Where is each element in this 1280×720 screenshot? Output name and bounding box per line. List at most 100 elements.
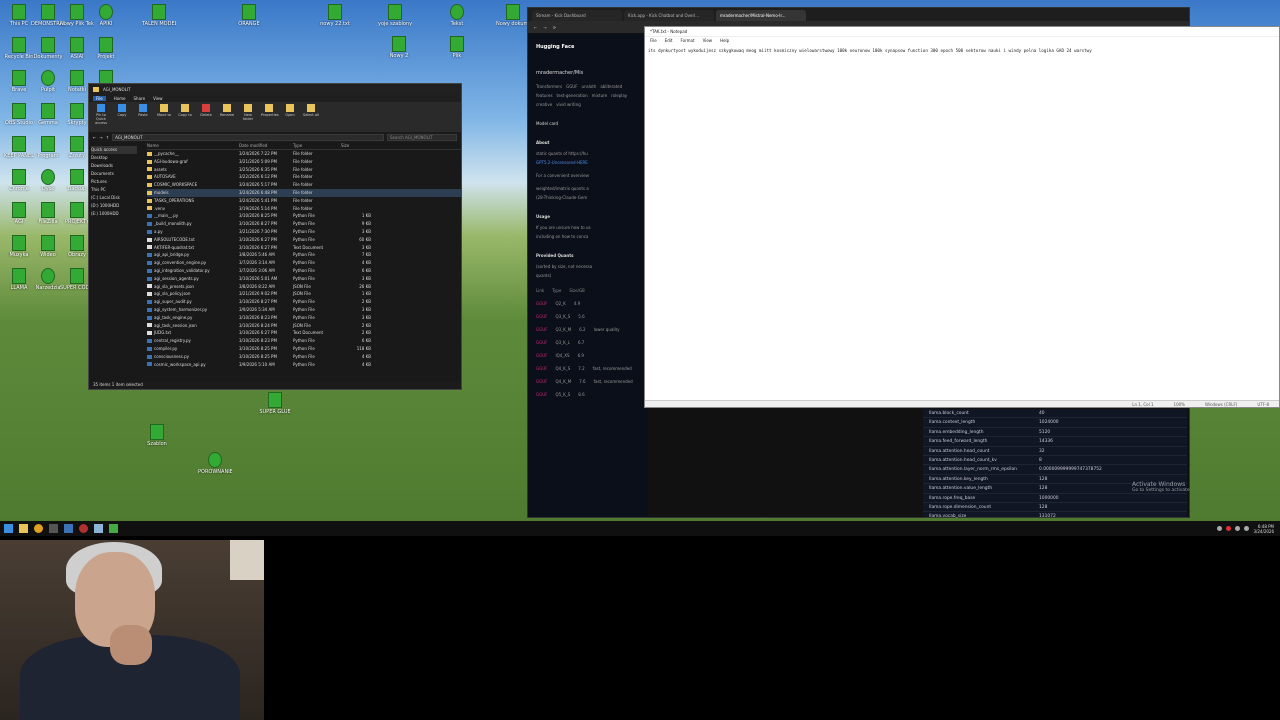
quant-link[interactable]: GGUF (536, 340, 547, 345)
notepad-window[interactable]: *TAK.txt - Notepad File Edit Format View Hel… (644, 26, 1280, 408)
notepad-menu-item[interactable]: Edit (665, 37, 673, 45)
ribbon-button[interactable]: Open (282, 104, 298, 117)
desktop-icon[interactable]: APIKI (89, 4, 123, 38)
model-tag[interactable]: roleplay (611, 93, 627, 98)
desktop-icon[interactable]: Tekst (440, 4, 474, 38)
repo-name[interactable]: mradermacher/Mis (536, 70, 640, 76)
file-row[interactable]: models 3/24/2026 6:48 PM File folder (147, 188, 461, 197)
forward-icon[interactable]: → (543, 25, 546, 30)
ribbon-button[interactable]: Copy (114, 104, 130, 117)
ribbon-tab-file[interactable]: File (93, 95, 106, 101)
file-row[interactable]: AIRSOLUTECODE.txt 3/10/2026 6:27 PM Python… (147, 236, 461, 244)
file-row[interactable]: consciousness.py 3/10/2026 8:25 PM Python … (147, 353, 461, 361)
browser-tab-huggingface[interactable]: mradermacher/Mistral-Nemo-Ir... (716, 10, 806, 21)
nav-item[interactable]: (C:) Local Disk (91, 194, 137, 202)
file-row[interactable]: _build_monolith.py 3/10/2026 8:27 PM Pytho… (147, 220, 461, 228)
column-type[interactable]: Type (293, 142, 341, 150)
ribbon-button[interactable]: Copy to (177, 104, 193, 117)
desktop-icon[interactable]: Szablon (140, 424, 174, 458)
taskbar-chrome-icon[interactable] (34, 524, 43, 533)
file-row[interactable]: AKTIFER-quadrat.txt 3/10/2026 6:27 PM Text… (147, 244, 461, 252)
huggingface-logo[interactable]: Hugging Face (536, 44, 640, 50)
notepad-menu-item[interactable]: View (703, 37, 713, 45)
notepad-menu-item[interactable]: Format (680, 37, 694, 45)
search-input[interactable]: Search AGI_MONOLIT (387, 133, 457, 141)
file-row[interactable]: agi_session_agents.py 3/10/2026 5:01 AM Py… (147, 275, 461, 283)
file-row[interactable]: agi_system_harmonizer.py 3/9/2026 5:34 AM… (147, 306, 461, 314)
file-row[interactable]: assets 3/25/2026 6:35 PM File folder (147, 166, 461, 174)
volume-icon[interactable] (1244, 526, 1250, 531)
back-icon[interactable]: ← (534, 25, 537, 30)
notepad-text-area[interactable]: its dynkurtyost wykoduijesz szkygkowaq m… (645, 45, 1279, 56)
ribbon-button[interactable]: Move to (156, 104, 172, 117)
browser-tab-kickapp[interactable]: Kick.app - Kick Chatbot and Overl... (624, 10, 714, 21)
quant-link[interactable]: GGUF (536, 301, 547, 306)
file-row[interactable]: JUDG.txt 3/10/2026 6:27 PM Text Document 2 … (147, 329, 461, 337)
quant-link[interactable]: GGUF (536, 392, 547, 397)
file-row[interactable]: compiler.py 3/10/2026 8:25 PM Python File 1… (147, 345, 461, 353)
file-row[interactable]: agi_task_engine.py 3/10/2026 8:23 PM Pytho… (147, 314, 461, 322)
taskbar-terminal-icon[interactable] (49, 524, 58, 533)
nav-item[interactable]: Quick access (91, 146, 137, 154)
forward-arrow-icon[interactable]: → (99, 135, 102, 140)
notepad-menu-item[interactable]: Help (720, 37, 729, 45)
nav-item[interactable]: Desktop (91, 154, 137, 162)
ribbon-tab-view[interactable]: View (153, 96, 163, 101)
desktop-icon[interactable]: ORANGE (232, 4, 266, 38)
ribbon-button[interactable]: Delete (198, 104, 214, 117)
model-tag[interactable]: Transformers (536, 84, 562, 89)
ribbon-button[interactable]: Rename (219, 104, 235, 117)
ribbon-button[interactable]: Paste (135, 104, 151, 117)
file-row[interactable]: agi_convention_engine.py 3/7/2026 3:14 AM… (147, 259, 461, 267)
clock[interactable]: 6:48 PM 3/24/2026 (1253, 524, 1274, 534)
taskbar-notepad-icon[interactable] (94, 524, 103, 533)
address-bar[interactable]: AGI_MONOLIT (112, 133, 384, 141)
desktop-icon[interactable]: yoje szablony (378, 4, 412, 38)
file-row[interactable]: agi_sla_presets.json 3/8/2026 8:22 AM JSON… (147, 283, 461, 291)
file-row[interactable]: agi_api_bridge.py 3/8/2026 5:46 AM Python … (147, 251, 461, 259)
column-size[interactable]: Size (341, 142, 371, 150)
taskbar-app-icon[interactable] (109, 524, 118, 533)
file-row[interactable]: cosmic_workspace_api.py 3/9/2026 5:10 AM P… (147, 361, 461, 369)
model-tag[interactable]: vivid writing (556, 102, 581, 107)
file-explorer-window[interactable]: AGI_MONOLIT File Home Share View Pin to … (88, 83, 462, 390)
nav-item[interactable]: (E:) 1000HDD (91, 210, 137, 218)
back-arrow-icon[interactable]: ← (93, 135, 96, 140)
nav-item[interactable]: Pictures (91, 178, 137, 186)
file-row[interactable]: agi_sla_policy.json 3/21/2026 9:02 PM JSON… (147, 290, 461, 298)
nav-item[interactable]: Documents (91, 170, 137, 178)
desktop-icon[interactable]: Projekt (89, 37, 123, 71)
model-card-tab[interactable]: Model card (536, 121, 640, 126)
quant-link[interactable]: GGUF (536, 379, 547, 384)
model-tag[interactable]: GGUF (566, 84, 577, 89)
file-row[interactable]: agi_super_audit.py 3/10/2026 8:27 PM Pytho… (147, 298, 461, 306)
up-arrow-icon[interactable]: ↑ (106, 135, 109, 140)
quant-link[interactable]: GGUF (536, 327, 547, 332)
browser-tab-kick-dashboard[interactable]: Stream - Kick Dashboard (532, 10, 622, 21)
about-link[interactable]: GPT5.2-Uncensored-HERE (536, 160, 640, 165)
file-row[interactable]: agi_integration_validator.py 3/7/2026 3:0… (147, 267, 461, 275)
ribbon-button[interactable]: New folder (240, 104, 256, 121)
taskbar-explorer-icon[interactable] (19, 524, 28, 533)
reload-icon[interactable]: ⟳ (553, 25, 556, 30)
desktop-icon[interactable]: Nowy 2 (382, 36, 416, 70)
model-tag[interactable]: text-generation (557, 93, 588, 98)
model-tag[interactable]: abliterated (600, 84, 622, 89)
file-row[interactable]: agi_task_session.json 3/10/2026 8:24 PM JS… (147, 322, 461, 330)
nav-item[interactable]: This PC (91, 186, 137, 194)
file-row[interactable]: a.py 3/21/2026 7:30 PM Python File 3 KB (147, 228, 461, 236)
desktop-icon[interactable]: PORÓWNANIE RQ.LANG (198, 452, 232, 486)
explorer-titlebar[interactable]: AGI_MONOLIT (89, 84, 461, 94)
start-button[interactable] (4, 524, 13, 533)
file-row[interactable]: AGI-budowa-graf 3/21/2026 5:09 PM File fol… (147, 158, 461, 166)
desktop-icon[interactable]: nowy 22.txt (318, 4, 352, 38)
file-row[interactable]: central_registry.py 3/10/2026 8:23 PM Pyth… (147, 337, 461, 345)
model-tag[interactable]: mixture (592, 93, 608, 98)
model-tag[interactable]: creative (536, 102, 552, 107)
recording-icon[interactable] (1226, 526, 1232, 531)
ribbon-button[interactable]: Pin to Quick access (93, 104, 109, 125)
desktop-icon[interactable]: SUPER GLUE (258, 392, 292, 426)
quant-link[interactable]: GGUF (536, 314, 547, 319)
ribbon-tab-home[interactable]: Home (114, 96, 126, 101)
model-tag[interactable]: features (536, 93, 553, 98)
